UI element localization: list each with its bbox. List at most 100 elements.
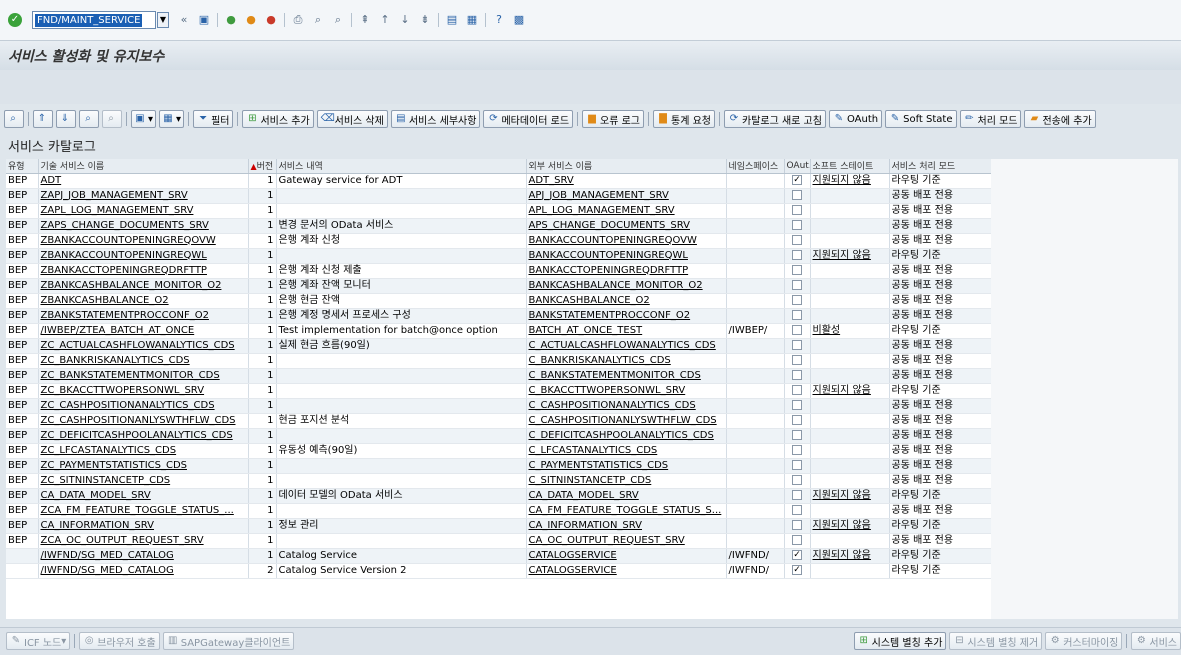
cell-soft-state[interactable]: 비활성 [810,323,890,339]
oauth-checkbox[interactable] [792,414,802,425]
table-row[interactable]: BEP CA_INFORMATION_SRV 1 정보 관리 CA_INFORMATIO… [6,518,992,534]
oauth-checkbox[interactable]: ✓ [792,174,802,185]
next-page-icon[interactable]: ↓ [398,13,412,27]
new-session-icon[interactable]: ▤ [445,13,459,27]
oauth-checkbox[interactable] [792,369,802,380]
table-row[interactable]: BEP ADT 1 Gateway service for ADT ADT_SRV ✓ 지원… [6,173,992,189]
command-field[interactable]: FND/MAINT_SERVICE [32,11,156,29]
cell-tech-name[interactable]: ZC_CASHPOSITIONANLYSWTHFLW_CDS [38,413,249,429]
remove-system-alias-button[interactable]: ⊟ 시스템 별칭 제거 [949,632,1043,650]
cell-tech-name[interactable]: ZC_DEFICITCASHPOOLANALYTICS_CDS [38,428,249,444]
cell-external-name[interactable]: ADT_SRV [526,173,727,189]
oauth-checkbox[interactable] [792,504,802,515]
cell-tech-name[interactable]: /IWFND/SG_MED_CATALOG [38,563,249,579]
cell-external-name[interactable]: C_PAYMENTSTATISTICS_CDS [526,458,727,474]
cell-tech-name[interactable]: ZC_BANKSTATEMENTMONITOR_CDS [38,368,249,384]
oauth-checkbox[interactable] [792,444,802,455]
table-row[interactable]: BEP ZAPS_CHANGE_DOCUMENTS_SRV 1 변경 문서의 ODat… [6,218,992,234]
cell-tech-name[interactable]: ZC_ACTUALCASHFLOWANALYTICS_CDS [38,338,249,354]
cell-tech-name[interactable]: ZBANKACCOUNTOPENINGREQWL [38,248,249,264]
col-header-version[interactable]: ▲버전 [248,159,277,174]
cell-tech-name[interactable]: CA_DATA_MODEL_SRV [38,488,249,504]
table-row[interactable]: BEP ZC_BKACCTTWOPERSONWL_SRV 1 C_BKACCTTWOP… [6,383,992,399]
table-row[interactable]: BEP ZBANKACCOUNTOPENINGREQWL 1 BANKACCOUNTO… [6,248,992,264]
col-header-description[interactable]: 서비스 내역 [276,159,527,174]
cell-external-name[interactable]: C_BANKSTATEMENTMONITOR_CDS [526,368,727,384]
oauth-checkbox[interactable]: ✓ [792,549,802,560]
cell-soft-state[interactable]: 지원되지 않음 [810,383,890,399]
cell-soft-state[interactable]: 지원되지 않음 [810,488,890,504]
enter-check-icon[interactable]: ✓ [8,13,22,27]
call-statistics-button[interactable]: ▇ 통계 요청 [653,110,715,128]
details-button[interactable]: ⌕ [4,110,24,128]
table-row[interactable]: BEP ZBANKSTATEMENTPROCCONF_O2 1 은행 계정 명세서 프… [6,308,992,324]
col-header-external-name[interactable]: 외부 서비스 이름 [526,159,727,174]
oauth-checkbox[interactable] [792,354,802,365]
find-next-icon[interactable]: ⌕ [331,13,345,27]
sort-ascending-button[interactable]: ⇑ [33,110,53,128]
cell-tech-name[interactable]: /IWFND/SG_MED_CATALOG [38,548,249,564]
cell-tech-name[interactable]: ZBANKCASHBALANCE_O2 [38,293,249,309]
cell-tech-name[interactable]: CA_INFORMATION_SRV [38,518,249,534]
cell-external-name[interactable]: CATALOGSERVICE [526,563,727,579]
processing-mode-button[interactable]: ✏ 처리 모드 [959,110,1022,128]
table-row[interactable]: BEP ZBANKCASHBALANCE_MONITOR_O2 1 은행 계좌 잔액 … [6,278,992,294]
cell-external-name[interactable]: C_CASHPOSITIONANLYSWTHFLW_CDS [526,413,727,429]
table-row[interactable]: BEP ZBANKCASHBALANCE_O2 1 은행 현금 잔액 BANKCASHB… [6,293,992,309]
export-button[interactable]: ▣ ▾ [131,110,157,128]
col-header-tech-name[interactable]: 기술 서비스 이름 [38,159,249,174]
cell-tech-name[interactable]: ZC_BANKRISKANALYTICS_CDS [38,353,249,369]
cell-external-name[interactable]: C_SITNINSTANCETP_CDS [526,473,727,489]
cell-tech-name[interactable]: ZAPJ_JOB_MANAGEMENT_SRV [38,188,249,204]
cell-external-name[interactable]: BANKSTATEMENTPROCCONF_O2 [526,308,727,324]
cell-tech-name[interactable]: ZAPS_CHANGE_DOCUMENTS_SRV [38,218,249,234]
error-log-button[interactable]: ▆ 오류 로그 [582,110,645,128]
cell-external-name[interactable]: BANKCASHBALANCE_O2 [526,293,727,309]
table-row[interactable]: BEP ZC_ACTUALCASHFLOWANALYTICS_CDS 1 실제 현금 … [6,338,992,354]
command-field-value[interactable]: FND/MAINT_SERVICE [35,13,143,27]
oauth-checkbox[interactable] [792,234,802,245]
oauth-checkbox[interactable]: ✓ [792,564,802,575]
save-icon[interactable]: ▣ [197,13,211,27]
table-row[interactable]: BEP ZC_SITNINSTANCETP_CDS 1 C_SITNINSTANCET… [6,473,992,489]
cell-tech-name[interactable]: ZC_SITNINSTANCETP_CDS [38,473,249,489]
oauth-checkbox[interactable] [792,489,802,500]
refresh-catalog-button[interactable]: ⟳ 카탈로그 새로 고침 [724,110,826,128]
cell-external-name[interactable]: C_BKACCTTWOPERSONWL_SRV [526,383,727,399]
layout-menu-icon[interactable]: ▩ [512,13,526,27]
find-next-button[interactable]: ⌕ [102,110,122,128]
cell-external-name[interactable]: BANKCASHBALANCE_MONITOR_O2 [526,278,727,294]
cell-tech-name[interactable]: ZCA_FM_FEATURE_TOGGLE_STATUS_... [38,503,249,519]
cancel-icon[interactable]: ● [264,13,278,27]
load-metadata-button[interactable]: ⟳ 메타데이터 로드 [483,110,574,128]
oauth-checkbox[interactable] [792,384,802,395]
sort-descending-button[interactable]: ⇓ [56,110,76,128]
filter-button[interactable]: ⏷ 필터 [193,110,234,128]
double-chevron-left-icon[interactable]: « [177,13,191,27]
table-row[interactable]: /IWFND/SG_MED_CATALOG 1 Catalog Service CAT… [6,548,992,564]
table-row[interactable]: BEP ZC_BANKSTATEMENTMONITOR_CDS 1 C_BANKSTA… [6,368,992,384]
browser-call-button[interactable]: ◎ 브라우저 호출 [79,632,160,650]
cell-soft-state[interactable]: 지원되지 않음 [810,518,890,534]
oauth-checkbox[interactable] [792,474,802,485]
help-icon[interactable]: ? [492,13,506,27]
cell-soft-state[interactable]: 지원되지 않음 [810,248,890,264]
cell-tech-name[interactable]: ADT [38,173,249,189]
table-row[interactable]: BEP ZBANKACCOUNTOPENINGREQOVW 1 은행 계좌 신청 BAN… [6,233,992,249]
oauth-checkbox[interactable] [792,204,802,215]
find-icon[interactable]: ⌕ [311,13,325,27]
oauth-checkbox[interactable] [792,534,802,545]
last-page-icon[interactable]: ⇟ [418,13,432,27]
oauth-checkbox[interactable] [792,339,802,350]
cell-tech-name[interactable]: ZBANKCASHBALANCE_MONITOR_O2 [38,278,249,294]
cell-external-name[interactable]: C_ACTUALCASHFLOWANALYTICS_CDS [526,338,727,354]
cell-tech-name[interactable]: ZBANKACCOUNTOPENINGREQOVW [38,233,249,249]
command-history-dropdown[interactable]: ▼ [157,12,169,28]
cell-soft-state[interactable]: 지원되지 않음 [810,548,890,564]
table-row[interactable]: /IWFND/SG_MED_CATALOG 2 Catalog Service Ve… [6,563,992,579]
col-header-type[interactable]: 유형 [6,159,39,174]
oauth-button[interactable]: ✎ OAuth [828,110,883,128]
add-system-alias-button[interactable]: ⊞ 시스템 별칭 추가 [853,632,947,650]
cell-external-name[interactable]: C_DEFICITCASHPOOLANALYTICS_CDS [526,428,727,444]
cell-external-name[interactable]: CATALOGSERVICE [526,548,727,564]
